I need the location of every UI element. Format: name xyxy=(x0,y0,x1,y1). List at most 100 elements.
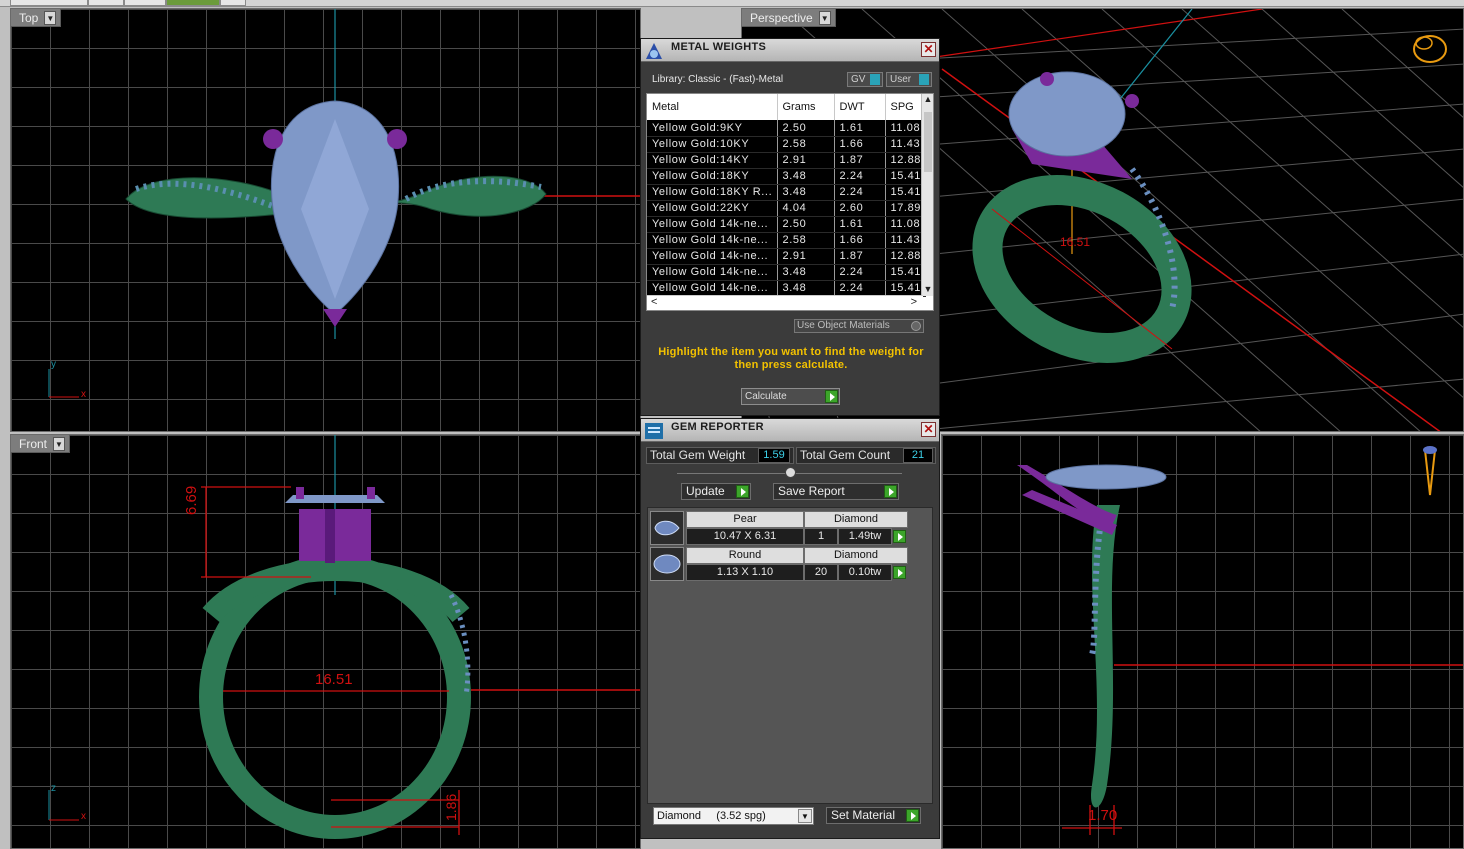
metal-name-cell: Yellow Gold:18KY xyxy=(647,168,778,185)
select-gem-arrow-icon[interactable] xyxy=(893,566,906,579)
metal-name-cell: Yellow Gold:18KY R... xyxy=(647,184,778,201)
column-header-grams[interactable]: Grams xyxy=(777,94,835,120)
gem-shape: Round xyxy=(686,547,804,564)
table-row[interactable]: Yellow Gold 14k-ne... 2.91 1.87 12.88 xyxy=(647,248,926,265)
play-arrow-icon xyxy=(884,485,897,498)
tab[interactable] xyxy=(88,0,124,6)
viewport-label-front[interactable]: Front ▼ xyxy=(11,435,71,453)
grams-cell: 3.48 xyxy=(777,264,835,281)
user-toggle[interactable]: User xyxy=(886,72,932,87)
viewport-front[interactable]: 6.69 16.51 1.86 z x Front ▼ xyxy=(10,434,641,849)
panel-title: METAL WEIGHTS xyxy=(671,41,767,53)
dwt-cell: 1.66 xyxy=(834,136,886,153)
chevron-down-icon[interactable]: ▼ xyxy=(53,436,66,451)
dwt-cell: 1.87 xyxy=(834,152,886,169)
chevron-down-icon[interactable]: ▼ xyxy=(798,809,812,823)
table-row[interactable]: Yellow Gold 14k-ne... 2.50 1.61 11.08 xyxy=(647,216,926,233)
metal-name-cell: Yellow Gold 14k-ne... xyxy=(647,280,778,297)
grams-cell: 2.50 xyxy=(777,120,835,137)
table-row[interactable]: Yellow Gold:18KY 3.48 2.24 15.41 xyxy=(647,168,926,185)
scroll-down-icon[interactable]: ▼ xyxy=(922,284,933,296)
toggle-indicator-icon xyxy=(919,74,929,85)
tab-active[interactable] xyxy=(166,0,220,6)
viewport-top[interactable]: y x Top ▼ xyxy=(10,8,641,432)
chevron-down-icon[interactable]: ▼ xyxy=(44,10,57,25)
scroll-right-icon[interactable]: > xyxy=(911,296,917,308)
column-header-spg[interactable]: SPG xyxy=(885,94,926,120)
radio-indicator-icon xyxy=(911,321,921,331)
set-material-label: Set Material xyxy=(831,808,896,822)
use-object-materials-checkbox[interactable]: Use Object Materials xyxy=(794,319,924,333)
column-header-dwt[interactable]: DWT xyxy=(834,94,886,120)
table-row[interactable]: Yellow Gold:18KY R... 3.48 2.24 15.41 xyxy=(647,184,926,201)
panel-titlebar[interactable]: METAL WEIGHTS ✕ xyxy=(641,39,939,62)
column-header-metal[interactable]: Metal xyxy=(647,94,778,120)
tab[interactable] xyxy=(124,0,166,6)
metal-name-cell: Yellow Gold:10KY xyxy=(647,136,778,153)
viewport-title: Top xyxy=(19,10,39,25)
material-select-value: Diamond (3.52 spg) xyxy=(657,810,766,822)
metal-name-cell: Yellow Gold:9KY xyxy=(647,120,778,137)
table-row[interactable]: Yellow Gold:14KY 2.91 1.87 12.88 xyxy=(647,152,926,169)
gem-reporter-logo-icon xyxy=(645,423,663,439)
vertical-scrollbar[interactable]: ▲ ▼ xyxy=(921,94,933,296)
tab[interactable] xyxy=(220,0,246,6)
update-button[interactable]: Update xyxy=(681,483,751,500)
material-select[interactable]: Diamond (3.52 spg) ▼ xyxy=(653,807,814,825)
table-row[interactable]: Yellow Gold 14k-ne... 3.48 2.24 15.41 xyxy=(647,280,926,297)
gv-toggle[interactable]: GV xyxy=(847,72,883,87)
gem-count: 1 xyxy=(804,528,838,545)
tab[interactable] xyxy=(10,0,88,6)
table-row[interactable]: Yellow Gold:9KY 2.50 1.61 11.08 xyxy=(647,120,926,137)
viewport-title: Front xyxy=(19,436,48,451)
gem-material: Diamond xyxy=(804,511,908,528)
spg-cell: 17.89 xyxy=(885,200,926,217)
grams-cell: 2.58 xyxy=(777,232,835,249)
metal-name-cell: Yellow Gold 14k-ne... xyxy=(647,216,778,233)
round-gem-icon xyxy=(650,547,684,581)
calculate-button[interactable]: Calculate xyxy=(741,388,840,405)
viewport-label-top[interactable]: Top ▼ xyxy=(11,9,62,27)
total-gem-count-value: 21 xyxy=(903,448,933,463)
dimension-width: 1.70 xyxy=(1088,807,1118,824)
gem-size: 1.13 X 1.10 xyxy=(686,564,804,581)
metal-name-cell: Yellow Gold 14k-ne... xyxy=(647,232,778,249)
spg-cell: 12.88 xyxy=(885,248,926,265)
axis-y-label: y xyxy=(51,359,56,370)
gv-label: GV xyxy=(851,74,866,85)
rhino-workspace: y x Top ▼ 16.51 Perspective ▼ 6.69 16.51… xyxy=(0,0,1464,849)
scroll-left-icon[interactable]: < xyxy=(651,296,657,308)
horizontal-scrollbar[interactable]: < > xyxy=(647,295,923,310)
save-report-button[interactable]: Save Report xyxy=(773,483,899,500)
gem-row[interactable]: Pear Diamond 10.47 X 6.31 1 1.49tw xyxy=(650,511,912,545)
viewport-right[interactable]: 1.70 xyxy=(941,434,1464,849)
table-row[interactable]: Yellow Gold 14k-ne... 2.58 1.66 11.43 xyxy=(647,232,926,249)
calculate-label: Calculate xyxy=(745,391,787,402)
table-row[interactable]: Yellow Gold:22KY 4.04 2.60 17.89 xyxy=(647,200,926,217)
dwt-cell: 1.66 xyxy=(834,232,886,249)
spg-cell: 15.41 xyxy=(885,264,926,281)
gem-weight: 1.49tw xyxy=(838,528,892,545)
gem-list[interactable]: Pear Diamond 10.47 X 6.31 1 1.49tw Round… xyxy=(647,507,933,804)
table-row[interactable]: Yellow Gold 14k-ne... 3.48 2.24 15.41 xyxy=(647,264,926,281)
set-material-button[interactable]: Set Material xyxy=(826,807,921,824)
grams-cell: 2.91 xyxy=(777,248,835,265)
collapse-toggle-icon[interactable] xyxy=(785,467,796,478)
chevron-down-icon[interactable]: ▼ xyxy=(818,10,831,25)
dimension-width: 16.51 xyxy=(315,671,353,688)
close-icon[interactable]: ✕ xyxy=(921,42,936,57)
dwt-cell: 2.24 xyxy=(834,280,886,297)
table-row[interactable]: Yellow Gold:10KY 2.58 1.66 11.43 xyxy=(647,136,926,153)
side-view-scene xyxy=(1017,446,1463,835)
gem-row[interactable]: Round Diamond 1.13 X 1.10 20 0.10tw xyxy=(650,547,912,581)
scroll-up-icon[interactable]: ▲ xyxy=(922,94,933,106)
spg-cell: 11.43 xyxy=(885,136,926,153)
scroll-thumb[interactable] xyxy=(924,112,932,172)
metal-table[interactable]: Metal Grams DWT SPG Yellow Gold:9KY 2.50 1… xyxy=(646,93,934,311)
checkbox-label: Use Object Materials xyxy=(797,320,890,331)
close-icon[interactable]: ✕ xyxy=(921,422,936,437)
grams-cell: 3.48 xyxy=(777,168,835,185)
select-gem-arrow-icon[interactable] xyxy=(893,530,906,543)
panel-titlebar[interactable]: GEM REPORTER ✕ xyxy=(641,419,939,442)
viewport-label-perspective[interactable]: Perspective ▼ xyxy=(742,9,836,27)
